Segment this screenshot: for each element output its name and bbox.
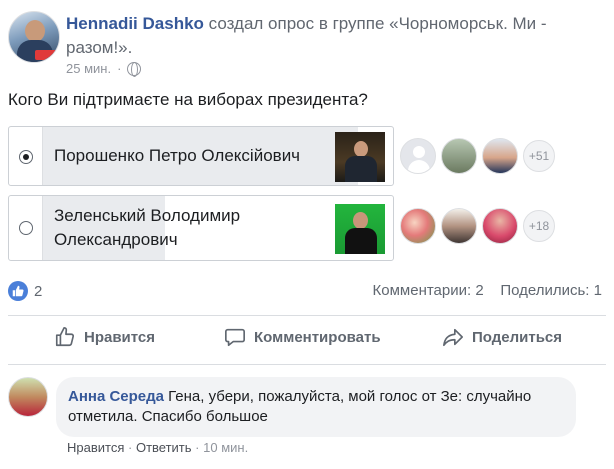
globe-icon[interactable] [127, 61, 142, 77]
voters-row-option-2: +18 [400, 208, 555, 244]
more-voters-badge[interactable]: +18 [523, 210, 555, 242]
post-time[interactable]: 25 мин. [66, 61, 111, 76]
candidate-photo-zelensky [335, 204, 385, 254]
like-button-label: Нравится [84, 328, 156, 346]
comment-author-link[interactable]: Анна Середа [68, 388, 164, 405]
radio-button[interactable] [19, 221, 33, 235]
author-name-link[interactable]: Hennadii Dashko [66, 14, 204, 33]
comment-button[interactable]: Комментировать [224, 326, 381, 348]
comment-reply-link[interactable]: Ответить [136, 440, 192, 455]
comment-time[interactable]: 10 мин. [203, 440, 248, 455]
voter-avatar[interactable] [441, 138, 477, 174]
share-button[interactable]: Поделиться [442, 326, 562, 348]
comment-bubble: Анна Середа Гена, убери, пожалуйста, мой… [56, 377, 576, 437]
post-stats: Комментарии: 2 Поделились: 1 [373, 282, 602, 299]
comment-icon [225, 328, 245, 347]
voter-avatar[interactable] [482, 138, 518, 174]
voter-avatar[interactable] [441, 208, 477, 244]
comment-actions: Нравится · Ответить · 10 мин. [67, 440, 249, 455]
radio-button-selected[interactable] [19, 150, 33, 164]
poll-option-poroshenko[interactable]: Порошенко Петро Олексійович [8, 126, 394, 186]
divider [8, 315, 606, 316]
share-button-label: Поделиться [472, 328, 563, 346]
commenter-avatar[interactable] [8, 377, 48, 417]
voters-row-option-1: +51 [400, 138, 555, 174]
candidate-photo-poroshenko [335, 132, 385, 182]
poll-option-label-line2: Олександрович [54, 230, 178, 249]
more-voters-badge[interactable]: +51 [523, 140, 555, 172]
divider [8, 364, 606, 365]
voter-avatar[interactable] [482, 208, 518, 244]
comments-count-link[interactable]: Комментарии: 2 [373, 282, 484, 299]
like-reaction-icon [8, 281, 28, 301]
poll-option-label: Зеленський Володимир Олександрович [54, 204, 240, 252]
comment-button-label: Комментировать [254, 328, 381, 346]
poll-option-zelensky[interactable]: Зеленський Володимир Олександрович [8, 195, 394, 261]
poll-question: Кого Ви підтримаєте на виборах президент… [8, 90, 368, 109]
post-header: Hennadii Dashko создал опрос в группе «Ч… [66, 12, 606, 60]
shares-count-link[interactable]: Поделились: 1 [500, 282, 602, 299]
poll-option-label: Порошенко Петро Олексійович [54, 146, 301, 165]
like-count: 2 [34, 282, 43, 300]
reactions-summary[interactable]: 2 [8, 281, 42, 301]
author-avatar[interactable] [8, 11, 60, 63]
share-icon [443, 328, 463, 347]
like-button[interactable]: Нравится [54, 326, 155, 348]
voter-avatar[interactable] [400, 208, 436, 244]
poll-option-label-line1: Зеленський Володимир [54, 206, 241, 225]
comment-like-link[interactable]: Нравится [67, 440, 124, 455]
thumbs-up-icon [55, 327, 75, 347]
voter-avatar[interactable] [400, 138, 436, 174]
post-meta: 25 мин. · [66, 61, 142, 77]
